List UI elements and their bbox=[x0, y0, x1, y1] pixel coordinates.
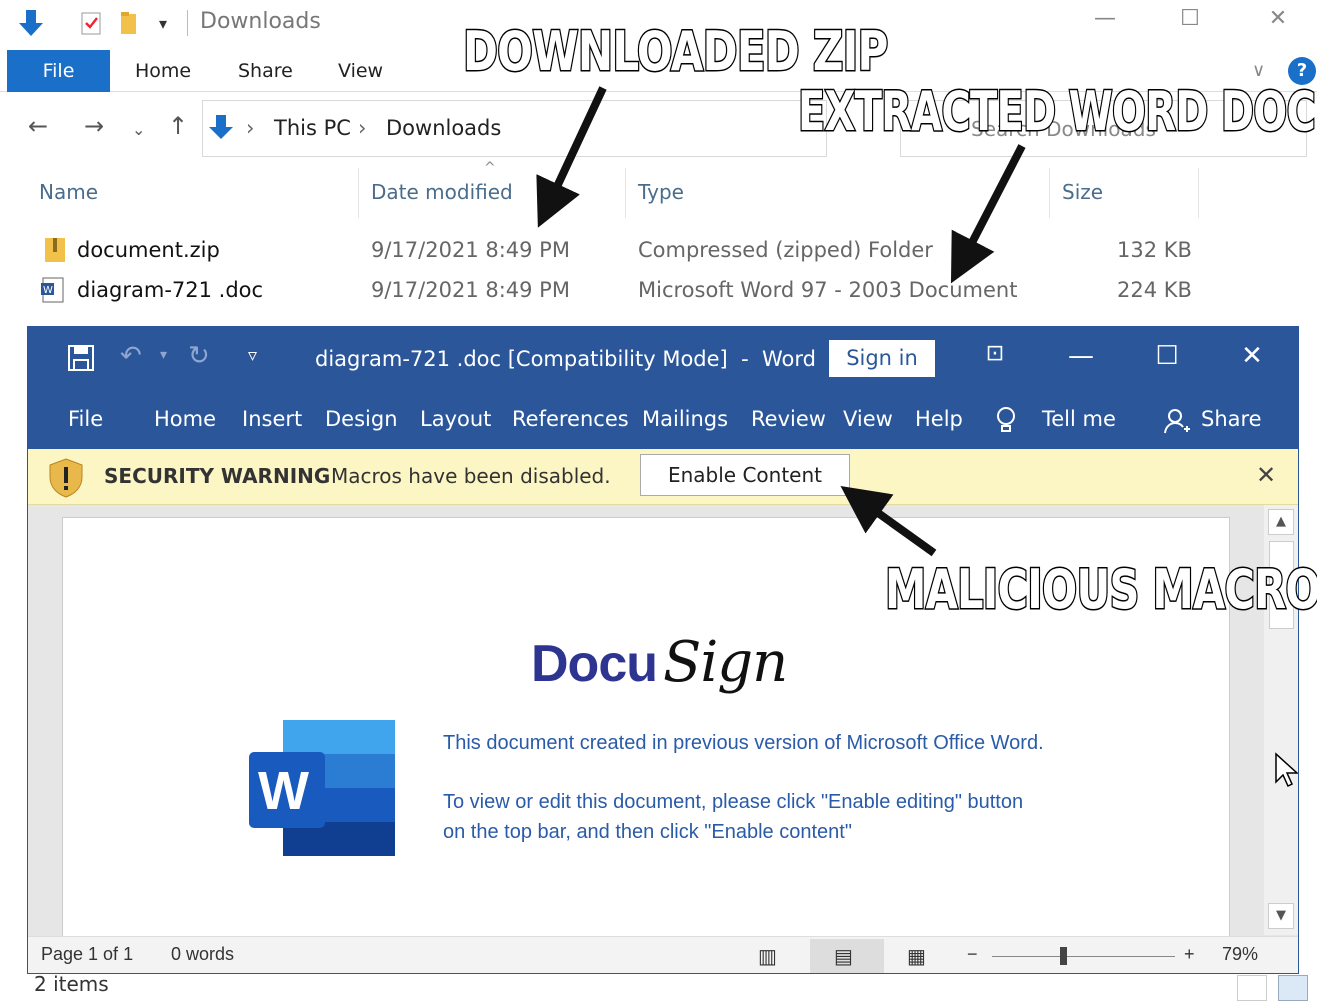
share-person-icon[interactable] bbox=[1163, 407, 1191, 441]
item-count: 2 items bbox=[34, 972, 109, 996]
explorer-window-title: Downloads bbox=[200, 9, 321, 34]
mouse-cursor-icon bbox=[1274, 752, 1299, 792]
shield-warning-icon bbox=[46, 457, 86, 503]
word-doc-file-icon: W bbox=[40, 277, 66, 308]
tab-insert[interactable]: Insert bbox=[242, 407, 302, 431]
word-window: ↶ ▾ ↻ ▿ diagram-721 .doc [Compatibility … bbox=[27, 326, 1299, 974]
read-mode-icon[interactable]: ▥ bbox=[758, 944, 777, 969]
annotation-downloaded-zip: DOWNLOADED ZIP bbox=[462, 19, 890, 85]
sign-in-button[interactable]: Sign in bbox=[829, 340, 935, 377]
word-app-icon: W bbox=[247, 718, 397, 862]
tab-view[interactable]: View bbox=[338, 50, 383, 92]
properties-icon[interactable] bbox=[76, 8, 106, 38]
zoom-level[interactable]: 79% bbox=[1222, 944, 1258, 965]
tab-home[interactable]: Home bbox=[154, 407, 216, 431]
file-row[interactable]: document.zip 9/17/2021 8:49 PM Compresse… bbox=[0, 232, 1317, 268]
file-date: 9/17/2021 8:49 PM bbox=[371, 238, 570, 262]
doc-body-line: To view or edit this document, please cl… bbox=[443, 791, 1024, 813]
svg-text:W: W bbox=[43, 285, 53, 296]
lightbulb-icon bbox=[994, 405, 1018, 439]
breadcrumb-sep-icon: › bbox=[358, 116, 367, 140]
file-name: diagram-721 .doc bbox=[77, 278, 264, 302]
word-ribbon-tabs: File Home Insert Design Layout Reference… bbox=[28, 393, 1298, 449]
download-arrow-icon bbox=[14, 8, 48, 38]
tab-share[interactable]: Share bbox=[1201, 407, 1262, 431]
customize-qa-icon[interactable]: ▿ bbox=[248, 345, 257, 366]
tab-share[interactable]: Share bbox=[238, 50, 293, 92]
web-layout-icon[interactable]: ▦ bbox=[907, 944, 926, 969]
up-icon[interactable]: ↑ bbox=[168, 112, 188, 140]
ribbon-display-options-icon[interactable]: ⊡ bbox=[975, 341, 1015, 366]
column-date-modified[interactable]: Date modified bbox=[371, 180, 513, 204]
screenshot-root: ▾ Downloads — ☐ ✕ File Home Share View ∨… bbox=[0, 0, 1317, 1003]
tab-help[interactable]: Help bbox=[915, 407, 963, 431]
tab-home[interactable]: Home bbox=[135, 50, 191, 92]
minimize-icon[interactable]: — bbox=[1061, 341, 1101, 371]
file-type: Compressed (zipped) Folder bbox=[638, 238, 933, 262]
tab-references[interactable]: References bbox=[512, 407, 629, 431]
file-size: 132 KB bbox=[1117, 238, 1192, 262]
doc-body-line: on the top bar, and then click "Enable c… bbox=[443, 821, 852, 843]
security-warning-message: Macros have been disabled. bbox=[331, 464, 611, 488]
tab-layout[interactable]: Layout bbox=[420, 407, 491, 431]
column-size[interactable]: Size bbox=[1062, 180, 1103, 204]
tab-file[interactable]: File bbox=[68, 407, 103, 431]
large-icons-view-icon[interactable] bbox=[1278, 975, 1308, 1001]
close-icon[interactable]: ✕ bbox=[1258, 6, 1298, 31]
tab-mailings[interactable]: Mailings bbox=[642, 407, 728, 431]
undo-dropdown-icon[interactable]: ▾ bbox=[160, 347, 167, 363]
save-icon[interactable] bbox=[68, 345, 94, 375]
word-titlebar: ↶ ▾ ↻ ▿ diagram-721 .doc [Compatibility … bbox=[28, 327, 1298, 393]
zoom-out-icon[interactable]: − bbox=[967, 944, 978, 965]
page-count[interactable]: Page 1 of 1 bbox=[41, 944, 133, 965]
docusign-logo: Docu Sign bbox=[531, 630, 788, 695]
close-warning-icon[interactable]: ✕ bbox=[1256, 461, 1276, 489]
tab-design[interactable]: Design bbox=[325, 407, 398, 431]
file-date: 9/17/2021 8:49 PM bbox=[371, 278, 570, 302]
tab-review[interactable]: Review bbox=[751, 407, 826, 431]
maximize-icon[interactable]: ☐ bbox=[1170, 6, 1210, 31]
file-size: 224 KB bbox=[1117, 278, 1192, 302]
doc-body-line: This document created in previous versio… bbox=[443, 732, 1044, 754]
minimize-icon[interactable]: — bbox=[1085, 6, 1125, 31]
redo-icon[interactable]: ↻ bbox=[188, 341, 210, 371]
zoom-slider[interactable] bbox=[992, 956, 1175, 957]
security-warning-bar: SECURITY WARNING Macros have been disabl… bbox=[28, 449, 1298, 505]
security-warning-label: SECURITY WARNING bbox=[104, 464, 331, 488]
column-type[interactable]: Type bbox=[638, 180, 684, 204]
breadcrumb-downloads[interactable]: Downloads bbox=[386, 116, 501, 140]
tab-file[interactable]: File bbox=[7, 50, 110, 92]
zip-folder-icon bbox=[44, 236, 66, 269]
sort-caret-icon: ^ bbox=[484, 160, 496, 176]
svg-text:W: W bbox=[258, 761, 309, 821]
breadcrumb-sep-icon: › bbox=[246, 116, 255, 140]
word-count[interactable]: 0 words bbox=[171, 944, 234, 965]
annotation-malicious-macro: MALICIOUS MACRO bbox=[884, 557, 1317, 623]
enable-content-button[interactable]: Enable Content bbox=[640, 454, 850, 496]
file-name: document.zip bbox=[77, 238, 220, 262]
file-row[interactable]: W diagram-721 .doc 9/17/2021 8:49 PM Mic… bbox=[0, 272, 1317, 308]
forward-icon[interactable]: → bbox=[84, 112, 104, 140]
breadcrumb-this-pc[interactable]: This PC bbox=[274, 116, 351, 140]
zoom-slider-handle[interactable] bbox=[1060, 947, 1067, 965]
scroll-down-icon[interactable]: ▼ bbox=[1268, 903, 1294, 929]
maximize-icon[interactable]: ☐ bbox=[1147, 341, 1187, 371]
recent-locations-icon[interactable]: ⌄ bbox=[132, 120, 145, 139]
downloads-folder-icon bbox=[208, 113, 234, 145]
zoom-in-icon[interactable]: + bbox=[1184, 944, 1195, 965]
tab-view[interactable]: View bbox=[843, 407, 893, 431]
annotation-extracted-word-doc: EXTRACTED WORD DOC bbox=[797, 79, 1317, 145]
scroll-up-icon[interactable]: ▲ bbox=[1268, 509, 1294, 535]
new-folder-icon[interactable] bbox=[116, 8, 142, 38]
word-window-title: diagram-721 .doc [Compatibility Mode] - … bbox=[315, 347, 816, 371]
customize-qa-icon[interactable]: ▾ bbox=[150, 8, 176, 38]
close-icon[interactable]: ✕ bbox=[1232, 341, 1272, 371]
file-type: Microsoft Word 97 - 2003 Document bbox=[638, 278, 1018, 302]
word-statusbar: Page 1 of 1 0 words ▥ ▤ ▦ − + 79% bbox=[28, 936, 1298, 973]
details-view-icon[interactable] bbox=[1237, 975, 1267, 1001]
tell-me-search[interactable]: Tell me bbox=[1042, 407, 1116, 431]
undo-icon[interactable]: ↶ bbox=[120, 341, 142, 371]
back-icon[interactable]: ← bbox=[28, 112, 48, 140]
column-name[interactable]: Name bbox=[39, 180, 98, 204]
